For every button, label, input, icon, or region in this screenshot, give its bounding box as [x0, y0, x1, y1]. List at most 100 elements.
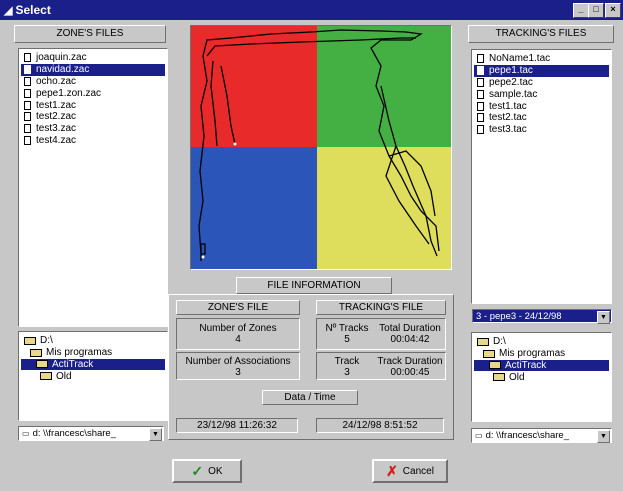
folder-item[interactable]: Old [474, 371, 609, 383]
app-icon: ◢ [4, 4, 13, 17]
zone-files-list[interactable]: joaquin.zac navidad.zac ocho.zac pepe1.zon.… [18, 48, 168, 327]
zone-map [191, 26, 451, 269]
file-item[interactable]: test3.zac [21, 123, 165, 135]
zone-file-label-text: ZONE'S FILE [207, 302, 269, 313]
chevron-down-icon[interactable]: ▼ [597, 430, 610, 443]
maximize-button[interactable]: □ [588, 3, 604, 18]
num-zones-value: 4 [235, 334, 241, 345]
folder-icon [40, 372, 52, 381]
zone-drive-select[interactable]: ▭ d: \\francesc\share_ ▼ [18, 426, 164, 441]
track-marker [233, 142, 237, 146]
track-duration-value: 00:00:45 [390, 367, 430, 378]
minimize-button[interactable]: _ [573, 3, 589, 18]
num-assoc-label: Number of Associations [185, 356, 291, 367]
cancel-button[interactable]: ✗ Cancel [372, 459, 448, 483]
track-box: Track 3 Track Duration 00:00:45 [316, 352, 446, 380]
cancel-label: Cancel [402, 465, 434, 477]
folder-item[interactable]: Mis programas [21, 347, 165, 359]
file-item[interactable]: sample.tac [474, 88, 609, 100]
track-label: Track [334, 356, 360, 367]
document-icon [477, 89, 484, 99]
track-value: 3 [344, 367, 350, 378]
file-name: ocho.zac [36, 75, 77, 87]
tracking-panel-header: TRACKING'S FILES [468, 25, 614, 43]
document-icon [24, 135, 31, 145]
folder-item[interactable]: Mis programas [474, 348, 609, 360]
document-icon [24, 65, 31, 75]
title-bar: ◢ Select _ □ × [0, 0, 623, 20]
file-item[interactable]: test1.zac [21, 99, 165, 111]
n-tracks-value: 5 [344, 334, 350, 345]
file-item[interactable]: navidad.zac [21, 63, 165, 76]
document-icon [477, 54, 484, 64]
folder-icon [483, 349, 495, 358]
folder-item[interactable]: D:\ [21, 335, 165, 347]
document-icon [477, 113, 484, 123]
zone-bottom-left [191, 147, 317, 269]
file-name: pepe2.tac [489, 76, 533, 88]
file-item[interactable]: test2.tac [474, 112, 609, 124]
tracking-file-label-text: TRACKING'S FILE [338, 302, 424, 313]
document-icon [477, 101, 484, 111]
file-name: joaquin.zac [36, 52, 87, 64]
file-name: test3.tac [489, 124, 527, 136]
folder-icon [24, 336, 36, 345]
file-name: test2.tac [489, 112, 527, 124]
zone-folders-tree[interactable]: D:\ Mis programas ActiTrack Old [18, 331, 168, 421]
ok-label: OK [208, 465, 223, 477]
file-item[interactable]: pepe2.tac [474, 77, 609, 89]
file-name: pepe1.tac [489, 65, 533, 77]
file-info-header: FILE INFORMATION [236, 277, 392, 294]
zone-top-right [317, 26, 451, 147]
document-icon [24, 100, 31, 110]
close-button[interactable]: × [605, 3, 621, 18]
folder-item[interactable]: Old [21, 370, 165, 382]
file-name: test3.zac [36, 123, 77, 135]
track-select[interactable]: 3 - pepe3 - 24/12/98 ▼ [472, 309, 612, 324]
folder-name: Mis programas [46, 347, 113, 359]
file-item[interactable]: test3.tac [474, 124, 609, 136]
chevron-down-icon[interactable]: ▼ [597, 311, 610, 324]
drive-icon: ▭ [22, 429, 30, 438]
datetime-label: Data / Time [262, 390, 358, 405]
document-icon [24, 112, 31, 122]
chevron-down-icon[interactable]: ▼ [149, 428, 162, 441]
document-icon [477, 77, 484, 87]
folder-item[interactable]: ActiTrack [474, 359, 609, 372]
file-item[interactable]: NoName1.tac [474, 53, 609, 65]
document-icon [24, 76, 31, 86]
document-icon [24, 124, 31, 134]
folder-name: D:\ [493, 336, 506, 348]
file-name: test2.zac [36, 111, 77, 123]
file-item[interactable]: joaquin.zac [21, 52, 165, 64]
file-name: sample.tac [489, 88, 538, 100]
file-info-title: FILE INFORMATION [267, 280, 361, 291]
file-item[interactable]: test2.zac [21, 111, 165, 123]
tracking-folders-tree[interactable]: D:\ Mis programas ActiTrack Old [471, 332, 612, 422]
file-item[interactable]: ocho.zac [21, 76, 165, 88]
tracking-datetime: 24/12/98 8:51:52 [316, 418, 444, 433]
zones-panel-header: ZONE'S FILES [14, 25, 166, 43]
file-name: test1.tac [489, 100, 527, 112]
file-item[interactable]: test4.zac [21, 135, 165, 147]
file-name: test4.zac [36, 134, 77, 146]
zone-datetime: 23/12/98 11:26:32 [176, 418, 298, 433]
tracking-files-list[interactable]: NoName1.tac pepe1.tac pepe2.tac sample.tac t… [471, 49, 612, 304]
folder-item[interactable]: D:\ [474, 336, 609, 348]
tracking-drive-value: d: \\francesc\share_ [485, 430, 569, 441]
file-item[interactable]: test1.tac [474, 100, 609, 112]
document-icon [24, 88, 31, 98]
datetime-label-text: Data / Time [284, 392, 336, 403]
file-item[interactable]: pepe1.zon.zac [21, 87, 165, 99]
file-item[interactable]: pepe1.tac [474, 64, 609, 77]
zone-file-label: ZONE'S FILE [176, 300, 300, 315]
track-select-value: 3 - pepe3 - 24/12/98 [476, 310, 562, 322]
file-name: navidad.zac [36, 64, 90, 76]
num-assoc-box: Number of Associations 3 [176, 352, 300, 380]
num-zones-label: Number of Zones [199, 323, 277, 334]
drive-icon: ▭ [475, 431, 483, 440]
tracking-drive-select[interactable]: ▭ d: \\francesc\share_ ▼ [471, 428, 612, 443]
ok-button[interactable]: ✓ OK [172, 459, 242, 483]
zone-bottom-right [317, 147, 451, 269]
folder-item[interactable]: ActiTrack [21, 358, 165, 371]
